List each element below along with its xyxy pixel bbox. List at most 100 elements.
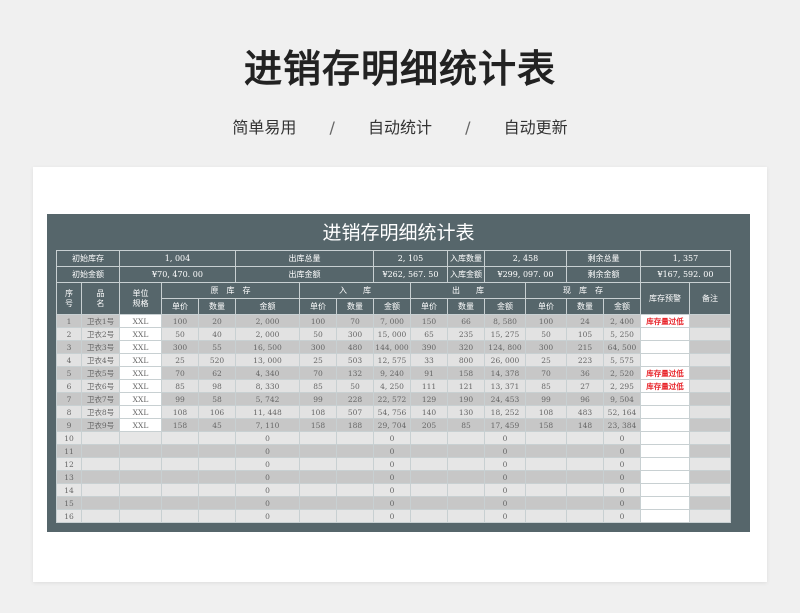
cell-value[interactable]: 0 [373,470,411,484]
cell-value[interactable]: 0 [235,496,300,510]
cell-value[interactable] [198,483,236,497]
cell-value[interactable]: 8, 580 [484,314,526,328]
cell-warning[interactable] [640,327,690,341]
cell-unit[interactable]: XXL [119,405,162,419]
cell-value[interactable]: 483 [566,405,604,419]
cell-value[interactable]: 108 [299,405,337,419]
cell-warning[interactable] [640,340,690,354]
cell-value[interactable]: 85 [447,418,485,432]
cell-value[interactable]: 25 [299,353,337,367]
cell-value[interactable]: 98 [198,379,236,393]
cell-value[interactable]: 0 [373,444,411,458]
cell-warning[interactable]: 库存量过低 [640,314,690,328]
cell-index[interactable]: 9 [56,418,82,432]
cell-value[interactable]: 99 [161,392,199,406]
cell-value[interactable]: 0 [484,444,526,458]
cell-value[interactable] [336,509,374,523]
cell-value[interactable]: 205 [410,418,448,432]
cell-value[interactable] [336,457,374,471]
cell-value[interactable]: 4, 340 [235,366,300,380]
cell-unit[interactable]: XXL [119,327,162,341]
cell-value[interactable]: 50 [336,379,374,393]
cell-value[interactable]: 158 [299,418,337,432]
cell-value[interactable]: 64, 500 [603,340,641,354]
cell-value[interactable] [198,444,236,458]
cell-warning[interactable] [640,457,690,471]
cell-value[interactable]: 106 [198,405,236,419]
cell-value[interactable] [410,496,448,510]
cell-value[interactable]: 228 [336,392,374,406]
cell-value[interactable]: 99 [299,392,337,406]
cell-value[interactable] [119,483,162,497]
cell-value[interactable]: 25 [161,353,199,367]
cell-value[interactable]: 7, 000 [373,314,411,328]
cell-value[interactable]: 300 [299,340,337,354]
cell-value[interactable]: 0 [235,470,300,484]
cell-value[interactable] [525,457,567,471]
cell-value[interactable]: 70 [336,314,374,328]
cell-value[interactable]: 0 [235,483,300,497]
cell-value[interactable]: 223 [566,353,604,367]
cell-index[interactable]: 6 [56,379,82,393]
cell-warning[interactable]: 库存量过低 [640,379,690,393]
cell-value[interactable]: 0 [373,457,411,471]
cell-value[interactable]: 12, 575 [373,353,411,367]
cell-value[interactable]: 0 [235,457,300,471]
cell-value[interactable] [119,470,162,484]
cell-value[interactable]: 9, 240 [373,366,411,380]
cell-name[interactable]: 卫衣2号 [81,327,120,341]
cell-value[interactable]: 148 [566,418,604,432]
cell-value[interactable]: 800 [447,353,485,367]
cell-warning[interactable] [640,470,690,484]
cell-index[interactable]: 2 [56,327,82,341]
cell-value[interactable] [447,496,485,510]
cell-value[interactable] [689,483,731,497]
cell-value[interactable] [161,483,199,497]
cell-value[interactable] [447,444,485,458]
cell-value[interactable]: 0 [484,483,526,497]
cell-name[interactable]: 卫衣5号 [81,366,120,380]
cell-value[interactable] [336,483,374,497]
cell-value[interactable] [119,431,162,445]
cell-value[interactable] [81,509,120,523]
cell-value[interactable]: 0 [235,431,300,445]
cell-name[interactable]: 卫衣8号 [81,405,120,419]
cell-value[interactable]: 111 [410,379,448,393]
cell-value[interactable]: 13, 000 [235,353,300,367]
cell-value[interactable] [119,496,162,510]
cell-name[interactable]: 卫衣9号 [81,418,120,432]
cell-value[interactable]: 503 [336,353,374,367]
cell-value[interactable]: 54, 756 [373,405,411,419]
cell-value[interactable] [81,483,120,497]
cell-value[interactable]: 5, 575 [603,353,641,367]
cell-value[interactable] [410,444,448,458]
cell-value[interactable] [299,470,337,484]
cell-value[interactable] [119,509,162,523]
cell-value[interactable] [566,470,604,484]
cell-value[interactable]: 99 [525,392,567,406]
cell-index[interactable]: 10 [56,431,82,445]
cell-value[interactable]: 121 [447,379,485,393]
cell-value[interactable]: 20 [198,314,236,328]
cell-value[interactable]: 45 [198,418,236,432]
cell-note[interactable] [689,405,731,419]
cell-unit[interactable]: XXL [119,353,162,367]
cell-value[interactable]: 50 [525,327,567,341]
cell-value[interactable]: 0 [603,496,641,510]
cell-value[interactable] [161,457,199,471]
cell-index[interactable]: 16 [56,509,82,523]
cell-unit[interactable]: XXL [119,379,162,393]
cell-value[interactable]: 40 [198,327,236,341]
cell-value[interactable] [161,496,199,510]
cell-value[interactable]: 7, 110 [235,418,300,432]
cell-note[interactable] [689,366,731,380]
cell-value[interactable]: 0 [603,470,641,484]
cell-value[interactable]: 24 [566,314,604,328]
cell-value[interactable]: 300 [525,340,567,354]
cell-unit[interactable]: XXL [119,340,162,354]
cell-value[interactable] [161,509,199,523]
cell-value[interactable]: 52, 164 [603,405,641,419]
cell-value[interactable] [410,457,448,471]
cell-value[interactable] [525,444,567,458]
cell-value[interactable] [299,483,337,497]
